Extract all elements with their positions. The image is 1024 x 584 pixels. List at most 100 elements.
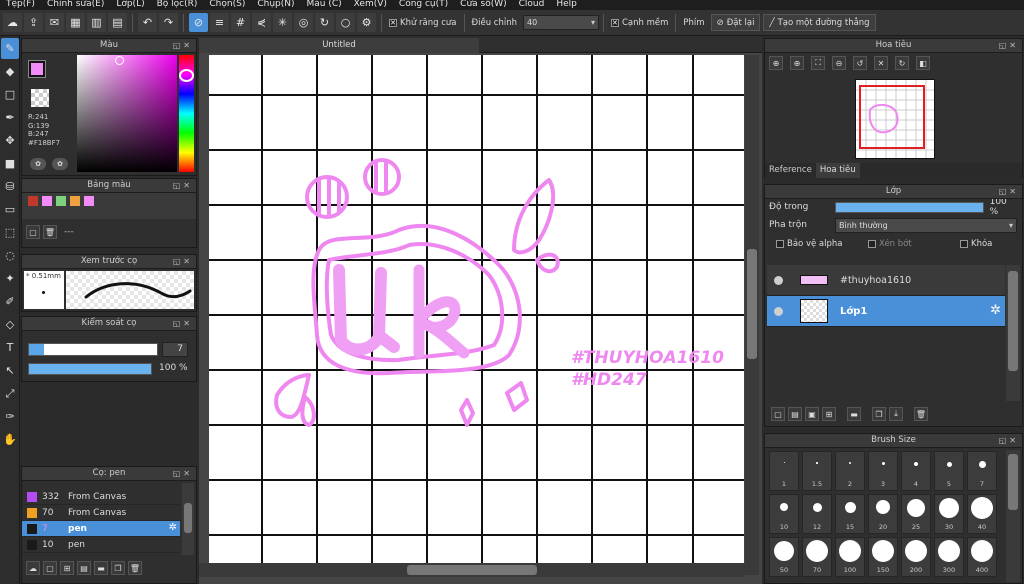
panel-window-icons[interactable]: ◱✕ — [999, 185, 1019, 198]
duplicate-layer-icon[interactable]: ❐ — [872, 407, 886, 421]
palette-name-field[interactable]: --- — [64, 227, 74, 237]
menu-color[interactable]: Màu (C) — [301, 0, 348, 10]
panel-window-icons[interactable]: ◱✕ — [173, 317, 193, 330]
zoom-out-icon[interactable]: ⊖ — [832, 56, 846, 70]
brush-item[interactable]: 70 From Canvas — [22, 505, 180, 521]
menu-help[interactable]: Help — [550, 0, 583, 10]
new-raster-layer-icon[interactable]: ▣ — [805, 407, 819, 421]
brush-size-cell[interactable]: 30 — [934, 494, 964, 534]
canvas-horizontal-scroll-thumb[interactable] — [407, 565, 537, 575]
menu-cloud[interactable]: Cloud — [513, 0, 551, 10]
document-tab[interactable]: Untitled — [199, 38, 479, 53]
brush-size-cell[interactable]: 15 — [835, 494, 865, 534]
redo-icon[interactable]: ↷ — [159, 13, 178, 32]
gradient-tool-icon[interactable]: ▭ — [1, 199, 19, 220]
canvas-vertical-scrollbar[interactable] — [745, 55, 759, 575]
brush-tool-icon[interactable]: ✎ — [1, 38, 19, 59]
circle-snap-icon[interactable]: ◎ — [294, 13, 313, 32]
gear-icon[interactable]: ✲ — [169, 522, 177, 533]
rect-tool-icon[interactable]: □ — [1, 84, 19, 105]
navigator-preview[interactable] — [855, 79, 935, 159]
snap-off-icon[interactable]: ⊘ — [189, 13, 208, 32]
add-layer-dropdown-icon[interactable]: ⊞ — [822, 407, 836, 421]
snap-icon[interactable]: ▤ — [108, 13, 127, 32]
hand-tool-icon[interactable]: ✋ — [1, 429, 19, 450]
bucket-tool-icon[interactable]: ⛁ — [1, 176, 19, 197]
parallel-snap-icon[interactable]: ≡ — [210, 13, 229, 32]
brush-item[interactable]: 10 pen — [22, 537, 180, 553]
menu-capture[interactable]: Chụp(N) — [251, 0, 300, 10]
cross-snap-icon[interactable]: # — [231, 13, 250, 32]
brush-size-cell[interactable]: 200 — [901, 537, 931, 577]
reset-button[interactable]: ⊘ Đặt lại — [710, 14, 761, 31]
comment-icon[interactable]: ✉ — [45, 13, 64, 32]
brush-size-cell[interactable]: 3 — [868, 451, 898, 491]
brush-size-cell[interactable]: 300 — [934, 537, 964, 577]
drawing-canvas[interactable]: #THUYHOA1610 #HD247 — [209, 55, 744, 563]
visibility-icon[interactable] — [774, 275, 783, 285]
dot-brush-tool-icon[interactable]: ✒ — [1, 107, 19, 128]
new-halftone-layer-icon[interactable]: ▤ — [788, 407, 802, 421]
canvas-vertical-scroll-thumb[interactable] — [747, 249, 757, 359]
brush-item-selected[interactable]: 7 pen ✲ — [22, 521, 180, 537]
primary-color-swatch[interactable] — [28, 60, 46, 78]
palette-swatch[interactable] — [70, 196, 80, 206]
brush-settings-icon[interactable]: ▤ — [77, 561, 91, 575]
dropper-tool-icon[interactable]: ✑ — [1, 406, 19, 427]
panel-window-icons[interactable]: ◱✕ — [173, 467, 193, 480]
flip-icon[interactable]: ◧ — [916, 56, 930, 70]
brush-size-cell[interactable]: 2 — [835, 451, 865, 491]
brush-size-cell[interactable]: 100 — [835, 537, 865, 577]
panel-window-icons[interactable]: ◱✕ — [173, 255, 193, 268]
panel-window-icons[interactable]: ◱✕ — [999, 39, 1019, 52]
select-eraser-tool-icon[interactable]: ◇ — [1, 314, 19, 335]
layer-scroll-thumb[interactable] — [1008, 271, 1018, 371]
saturation-value-square[interactable] — [77, 55, 177, 172]
navigator-tab[interactable]: Hoa tiêu — [815, 163, 860, 178]
reset-view-icon[interactable]: ✕ — [874, 56, 888, 70]
protect-alpha-checkbox[interactable]: Bảo vệ alpha — [776, 239, 862, 249]
delete-layer-icon[interactable]: 🗑 — [914, 407, 928, 421]
brush-size-cell[interactable]: 4 — [901, 451, 931, 491]
brush-size-cell[interactable]: 70 — [802, 537, 832, 577]
operation-tool-icon[interactable]: ↖ — [1, 360, 19, 381]
menu-edit[interactable]: Chỉnh sửa(E) — [41, 0, 110, 10]
fit-icon[interactable]: ⛶ — [811, 56, 825, 70]
rotate-right-icon[interactable]: ↻ — [895, 56, 909, 70]
brush-size-scroll-thumb[interactable] — [1008, 454, 1018, 510]
gear-icon[interactable]: ✲ — [990, 303, 1001, 318]
snap-settings-icon[interactable]: ⚙ — [357, 13, 376, 32]
brush-list-scroll-thumb[interactable] — [184, 503, 192, 533]
palette-swatch[interactable] — [56, 196, 66, 206]
menu-layer[interactable]: Lớp(L) — [110, 0, 150, 10]
menu-filter[interactable]: Bộ lọc(R) — [151, 0, 204, 10]
layer-list-scrollbar[interactable] — [1006, 265, 1020, 401]
folder-icon[interactable]: ▬ — [94, 561, 108, 575]
reference-tab[interactable]: Reference — [765, 163, 816, 178]
clipping-checkbox[interactable]: Xén bớt — [868, 239, 954, 249]
export-icon[interactable]: ⇪ — [24, 13, 43, 32]
brush-size-cell[interactable]: 1.5 — [802, 451, 832, 491]
brush-size-cell[interactable]: 7 — [967, 451, 997, 491]
layer-row-selected[interactable]: Lớp1 ✲ — [767, 296, 1005, 327]
new-palette-icon[interactable]: ▢ — [26, 225, 40, 239]
cloud-icon[interactable]: ☁ — [3, 13, 22, 32]
hue-slider-handle[interactable] — [179, 69, 194, 82]
brush-size-slider[interactable] — [28, 343, 158, 356]
brush-size-scrollbar[interactable] — [1006, 450, 1020, 582]
brush-size-cell[interactable]: 40 — [967, 494, 997, 534]
new-brush-icon[interactable]: ▢ — [43, 561, 57, 575]
brush-size-cell[interactable]: 50 — [769, 537, 799, 577]
menu-select[interactable]: Chọn(S) — [203, 0, 251, 10]
brush-size-cell[interactable]: 20 — [868, 494, 898, 534]
select-pen-tool-icon[interactable]: ✐ — [1, 291, 19, 312]
brush-size-cell[interactable]: 1 — [769, 451, 799, 491]
color-picker-cursor[interactable] — [115, 56, 124, 65]
duplicate-icon[interactable]: ❐ — [111, 561, 125, 575]
adjust-select[interactable]: 40 — [522, 15, 599, 30]
curve-snap-icon[interactable]: ↻ — [315, 13, 334, 32]
brush-size-cell[interactable]: 5 — [934, 451, 964, 491]
color-mode-icon[interactable]: ✿ — [30, 158, 46, 170]
rotate-left-icon[interactable]: ↺ — [853, 56, 867, 70]
menu-view[interactable]: Xem(V) — [348, 0, 393, 10]
